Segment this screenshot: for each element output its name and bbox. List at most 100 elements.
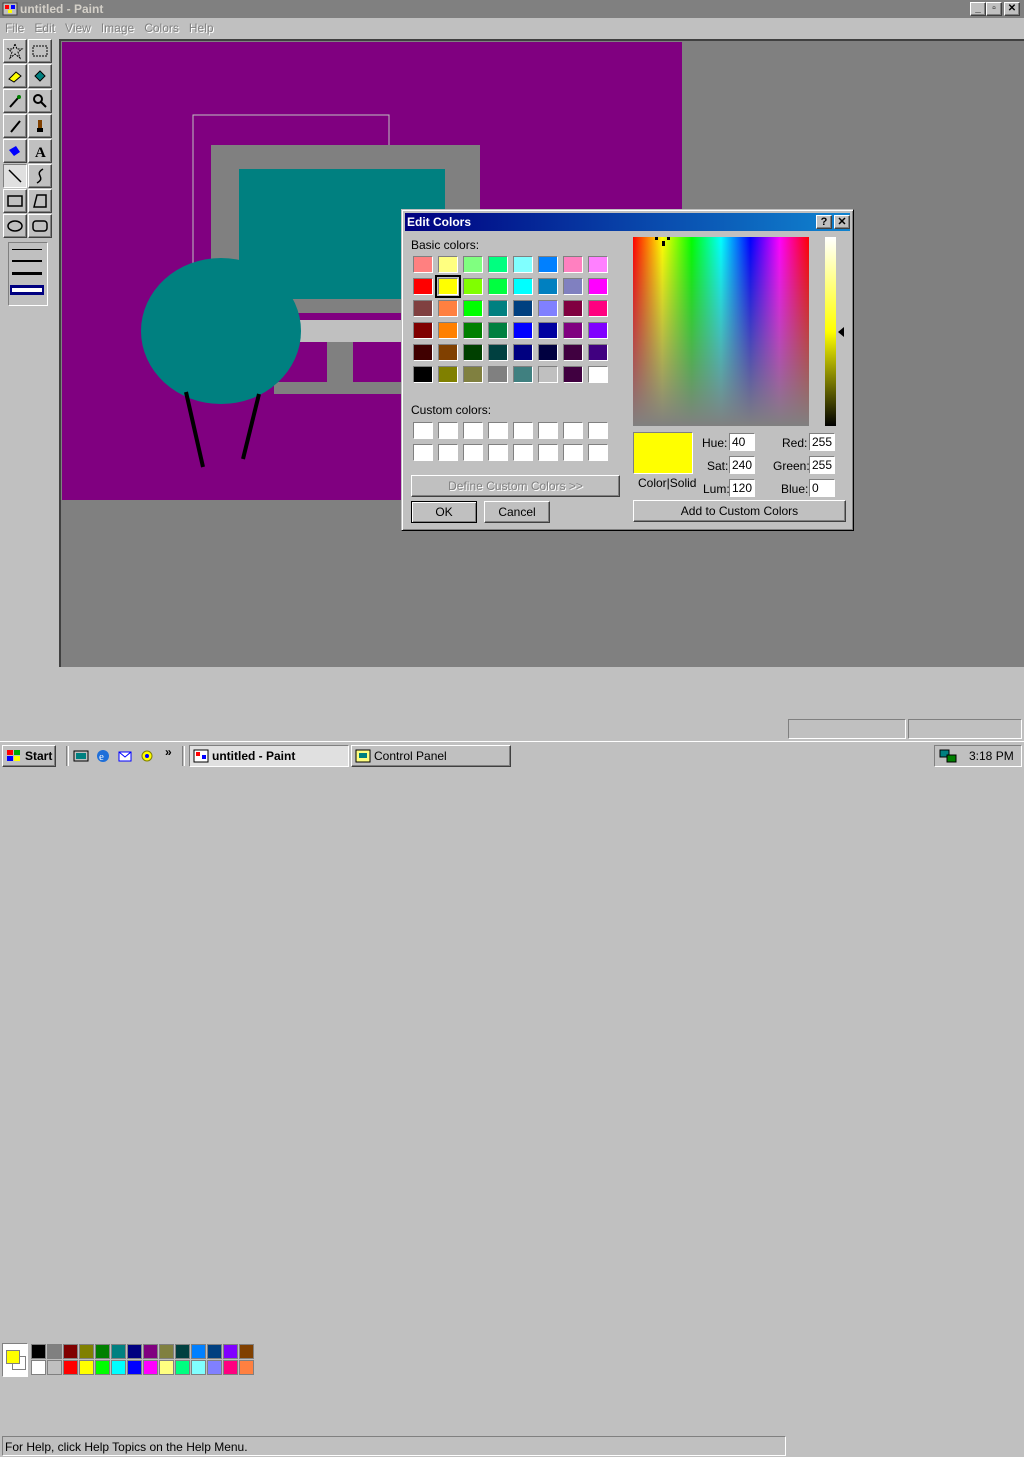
- pencil-tool[interactable]: [3, 114, 27, 138]
- palette-color-top-12[interactable]: [223, 1344, 238, 1359]
- rounded-rect-tool[interactable]: [28, 214, 52, 238]
- basic-color-swatch[interactable]: [435, 275, 461, 298]
- palette-color-bottom-5[interactable]: [111, 1360, 126, 1375]
- blue-input[interactable]: 0: [809, 479, 835, 497]
- airbrush-tool[interactable]: [3, 139, 27, 163]
- palette-color-top-10[interactable]: [191, 1344, 206, 1359]
- basic-color-swatch[interactable]: [463, 256, 483, 273]
- text-tool[interactable]: A: [28, 139, 52, 163]
- custom-color-swatch[interactable]: [438, 422, 458, 439]
- palette-color-top-8[interactable]: [159, 1344, 174, 1359]
- custom-color-swatch[interactable]: [588, 422, 608, 439]
- rectangle-tool[interactable]: [3, 189, 27, 213]
- palette-color-bottom-3[interactable]: [79, 1360, 94, 1375]
- basic-color-swatch[interactable]: [563, 322, 583, 339]
- menu-colors[interactable]: Colors: [139, 18, 184, 38]
- basic-color-swatch[interactable]: [438, 300, 458, 317]
- basic-color-swatch[interactable]: [538, 278, 558, 295]
- custom-color-swatch[interactable]: [488, 444, 508, 461]
- custom-color-swatch[interactable]: [413, 422, 433, 439]
- channels-icon[interactable]: [139, 748, 155, 764]
- quicklaunch-chevron[interactable]: »: [165, 745, 172, 759]
- green-input[interactable]: 255: [809, 456, 835, 474]
- basic-color-swatch[interactable]: [563, 366, 583, 383]
- palette-color-top-7[interactable]: [143, 1344, 158, 1359]
- custom-color-swatch[interactable]: [488, 422, 508, 439]
- basic-color-swatch[interactable]: [538, 300, 558, 317]
- show-desktop-icon[interactable]: [73, 748, 89, 764]
- add-to-custom-colors-button[interactable]: Add to Custom Colors: [633, 500, 846, 522]
- basic-color-swatch[interactable]: [488, 300, 508, 317]
- custom-color-swatch[interactable]: [563, 444, 583, 461]
- palette-color-bottom-6[interactable]: [127, 1360, 142, 1375]
- basic-color-swatch[interactable]: [588, 322, 608, 339]
- basic-color-swatch[interactable]: [488, 256, 508, 273]
- basic-color-swatch[interactable]: [513, 256, 533, 273]
- menu-help[interactable]: Help: [184, 18, 219, 38]
- menu-view[interactable]: View: [60, 18, 96, 38]
- basic-color-swatch[interactable]: [413, 256, 433, 273]
- close-button[interactable]: ✕: [1004, 2, 1020, 16]
- color-spectrum[interactable]: [633, 237, 809, 426]
- palette-color-top-6[interactable]: [127, 1344, 142, 1359]
- curve-tool[interactable]: [28, 164, 52, 188]
- basic-color-swatch[interactable]: [488, 278, 508, 295]
- basic-color-swatch[interactable]: [563, 344, 583, 361]
- ellipse-tool[interactable]: [3, 214, 27, 238]
- basic-color-swatch[interactable]: [438, 344, 458, 361]
- basic-color-swatch[interactable]: [438, 256, 458, 273]
- basic-color-swatch[interactable]: [413, 300, 433, 317]
- custom-color-swatch[interactable]: [513, 444, 533, 461]
- clock[interactable]: 3:18 PM: [969, 746, 1014, 766]
- custom-color-swatch[interactable]: [463, 444, 483, 461]
- palette-color-top-4[interactable]: [95, 1344, 110, 1359]
- menu-image[interactable]: Image: [96, 18, 139, 38]
- network-tray-icon[interactable]: [939, 748, 957, 764]
- fill-tool[interactable]: [28, 64, 52, 88]
- basic-color-swatch[interactable]: [563, 278, 583, 295]
- custom-color-swatch[interactable]: [538, 444, 558, 461]
- red-input[interactable]: 255: [809, 433, 835, 451]
- palette-color-top-13[interactable]: [239, 1344, 254, 1359]
- menu-file[interactable]: File: [0, 18, 29, 38]
- palette-color-top-11[interactable]: [207, 1344, 222, 1359]
- basic-color-swatch[interactable]: [563, 300, 583, 317]
- basic-color-swatch[interactable]: [513, 300, 533, 317]
- basic-color-swatch[interactable]: [413, 278, 433, 295]
- palette-color-top-0[interactable]: [31, 1344, 46, 1359]
- basic-color-swatch[interactable]: [438, 322, 458, 339]
- basic-color-swatch[interactable]: [463, 322, 483, 339]
- menu-edit[interactable]: Edit: [29, 18, 60, 38]
- palette-color-bottom-4[interactable]: [95, 1360, 110, 1375]
- luminosity-arrow-icon[interactable]: [837, 327, 845, 337]
- minimize-button[interactable]: _: [970, 2, 986, 16]
- ok-button[interactable]: OK: [411, 501, 477, 523]
- basic-color-swatch[interactable]: [463, 278, 483, 295]
- palette-color-bottom-1[interactable]: [47, 1360, 62, 1375]
- hue-input[interactable]: 40: [729, 433, 755, 451]
- basic-color-swatch[interactable]: [413, 322, 433, 339]
- rect-select-tool[interactable]: [28, 39, 52, 63]
- line-width-options[interactable]: [8, 242, 48, 306]
- basic-color-swatch[interactable]: [538, 366, 558, 383]
- basic-color-swatch[interactable]: [513, 322, 533, 339]
- basic-color-swatch[interactable]: [488, 366, 508, 383]
- basic-color-swatch[interactable]: [488, 322, 508, 339]
- pick-color-tool[interactable]: [3, 89, 27, 113]
- palette-color-bottom-2[interactable]: [63, 1360, 78, 1375]
- palette-color-bottom-10[interactable]: [191, 1360, 206, 1375]
- luminosity-slider[interactable]: [825, 237, 836, 426]
- basic-color-swatch[interactable]: [513, 344, 533, 361]
- line-tool[interactable]: [3, 164, 27, 188]
- palette-color-bottom-12[interactable]: [223, 1360, 238, 1375]
- task-control-panel[interactable]: Control Panel: [351, 745, 511, 767]
- internet-explorer-icon[interactable]: e: [95, 748, 111, 764]
- palette-color-top-3[interactable]: [79, 1344, 94, 1359]
- polygon-tool[interactable]: [28, 189, 52, 213]
- basic-color-swatch[interactable]: [588, 366, 608, 383]
- basic-color-swatch[interactable]: [538, 344, 558, 361]
- basic-color-swatch[interactable]: [488, 344, 508, 361]
- palette-color-bottom-9[interactable]: [175, 1360, 190, 1375]
- palette-color-bottom-7[interactable]: [143, 1360, 158, 1375]
- eraser-tool[interactable]: [3, 64, 27, 88]
